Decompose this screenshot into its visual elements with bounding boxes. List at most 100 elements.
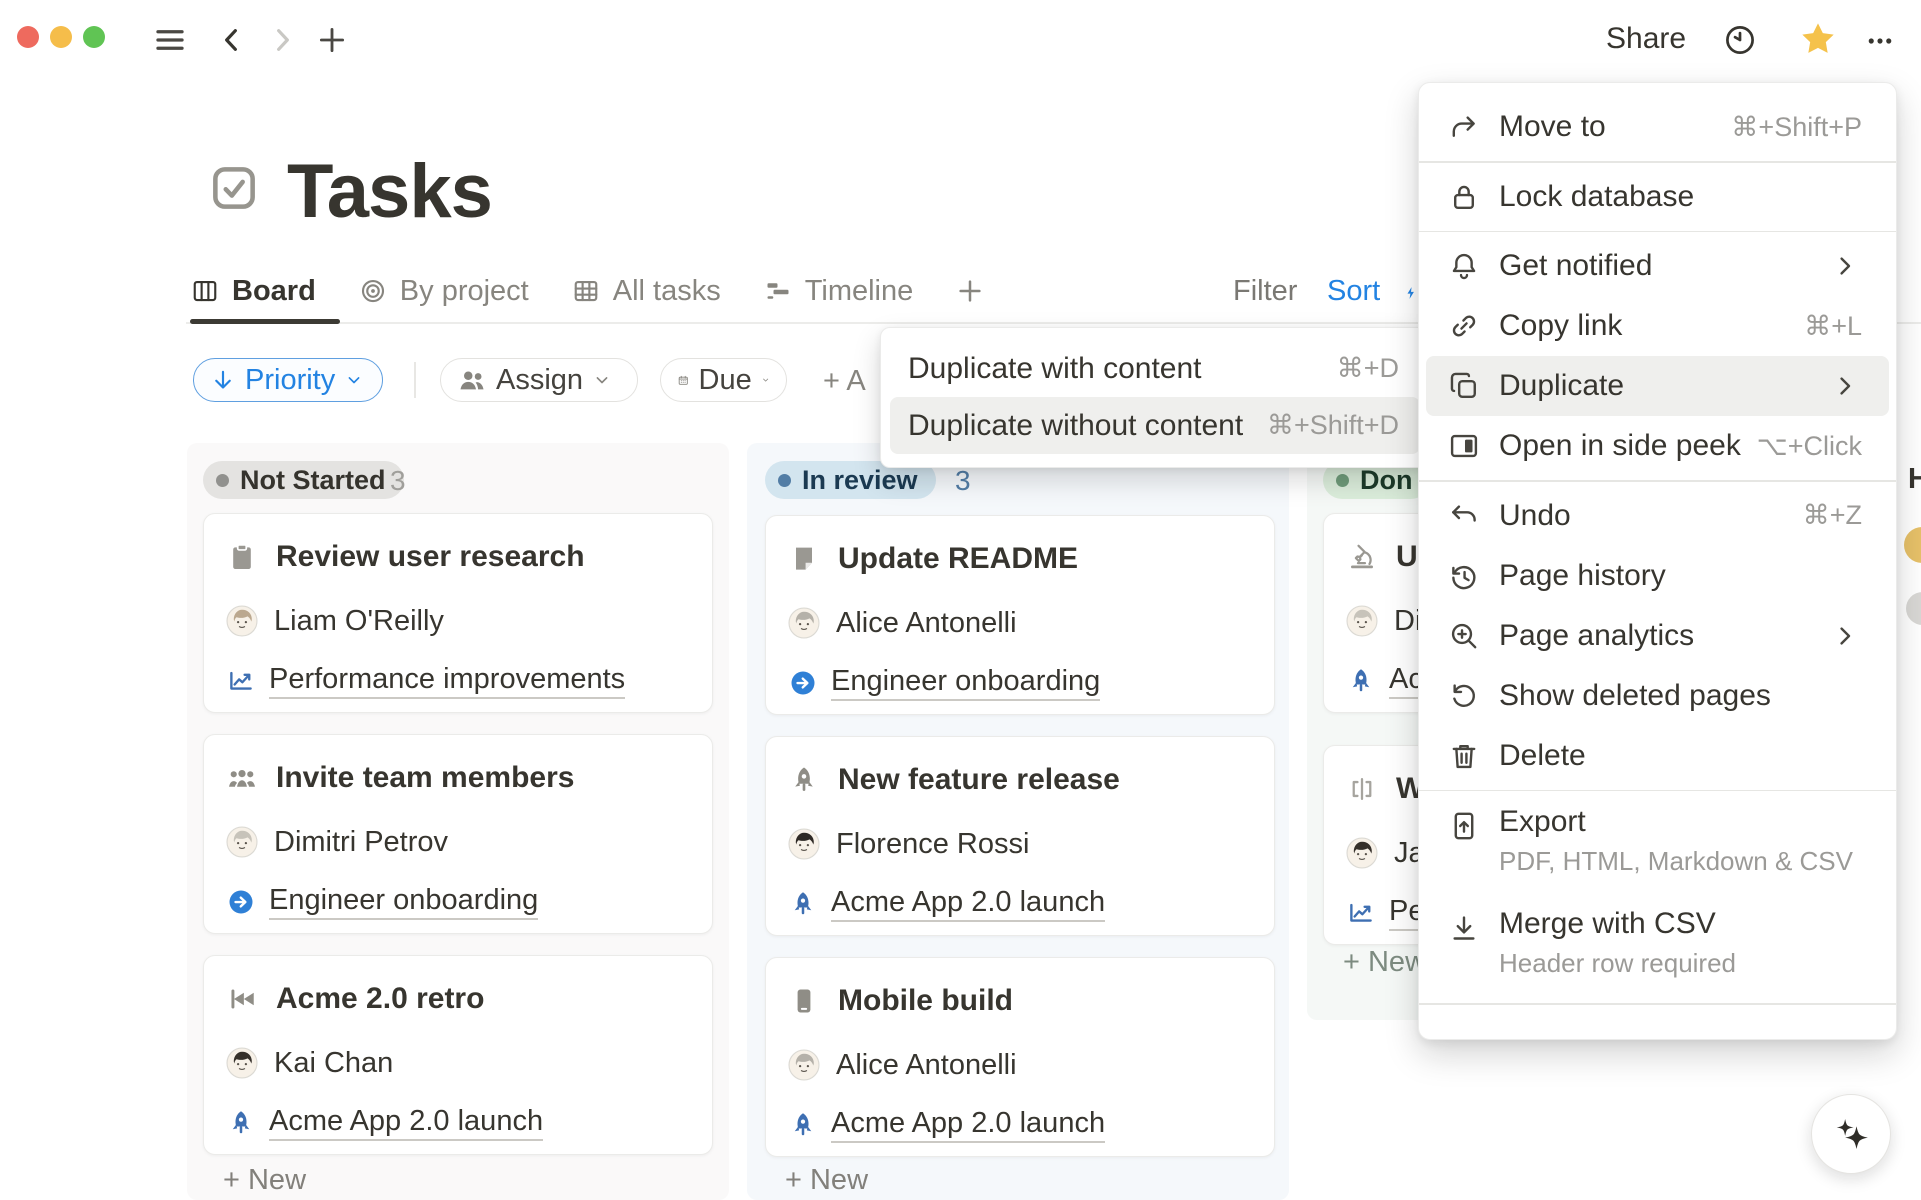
menu-group: Get notifiedCopy link⌘+L Duplicate Open in… bbox=[1419, 232, 1896, 480]
priority-sort-chip[interactable]: Priority bbox=[193, 358, 383, 402]
menu-item-label: Duplicate bbox=[1499, 369, 1624, 403]
menu-divider bbox=[1419, 1003, 1896, 1005]
due-filter-chip[interactable]: Due bbox=[660, 358, 787, 402]
tab-by-project[interactable]: By project bbox=[358, 275, 529, 308]
filter-button[interactable]: Filter bbox=[1233, 269, 1297, 313]
card-relation-row[interactable]: Engineer onboarding bbox=[788, 662, 1260, 704]
menu-item-copy-link[interactable]: Copy link⌘+L bbox=[1419, 296, 1896, 356]
card-relation-row[interactable]: Engineer onboarding bbox=[226, 881, 698, 923]
share-button[interactable]: Share bbox=[1606, 22, 1686, 56]
person-name: Florence Rossi bbox=[836, 828, 1029, 861]
menu-item-export[interactable]: ExportPDF, HTML, Markdown & CSV bbox=[1419, 795, 1896, 897]
view-tabs: Board By project All tasks Timeline bbox=[190, 269, 985, 313]
menu-item-lock-database[interactable]: Lock database bbox=[1419, 167, 1896, 227]
person-name: Alice Antonelli bbox=[836, 1049, 1017, 1082]
card-relation-row[interactable]: Acme App 2.0 launch bbox=[788, 883, 1260, 925]
window-minimize-button[interactable] bbox=[50, 26, 72, 48]
undo-icon bbox=[1447, 499, 1481, 533]
window-zoom-button[interactable] bbox=[83, 26, 105, 48]
target-icon bbox=[358, 276, 388, 306]
board-card[interactable]: Update READMEAlice AntonelliEngineer onb… bbox=[765, 515, 1275, 715]
menu-item-move-to[interactable]: Move to⌘+Shift+P bbox=[1419, 97, 1896, 157]
relation-link[interactable]: Acme App 2.0 launch bbox=[831, 886, 1105, 922]
tab-label: All tasks bbox=[613, 275, 721, 308]
card-title: Review user research bbox=[276, 540, 585, 574]
card-title-row: New feature release bbox=[788, 759, 1260, 801]
menu-item-open-in-side-peek[interactable]: Open in side peek⌥+Click bbox=[1419, 416, 1896, 476]
move-to-icon bbox=[1447, 110, 1481, 144]
sparkles-icon bbox=[1829, 1112, 1873, 1156]
card-relation-row[interactable]: Acme App 2.0 launch bbox=[788, 1104, 1260, 1146]
menu-item-duplicate[interactable]: Duplicate bbox=[1426, 356, 1889, 416]
menu-item-shortcut: ⌥+Click bbox=[1757, 431, 1862, 462]
arrow-circle-icon bbox=[226, 887, 256, 917]
card-relation-row[interactable]: Performance improvements bbox=[226, 660, 698, 702]
clipped-card-icon-stub bbox=[1904, 527, 1921, 563]
priority-chip-label: Priority bbox=[245, 364, 335, 397]
menu-item-delete[interactable]: Delete bbox=[1419, 726, 1896, 786]
card-person-row: Alice Antonelli bbox=[788, 602, 1260, 644]
card-relation-row[interactable]: Acme App 2.0 launch bbox=[226, 1102, 698, 1144]
rewind-icon bbox=[226, 983, 258, 1015]
menu-item-merge-with-csv[interactable]: Merge with CSVHeader row required bbox=[1419, 897, 1896, 999]
menu-item-label: Copy link bbox=[1499, 309, 1622, 343]
card-person-row: Alice Antonelli bbox=[788, 1044, 1260, 1086]
relation-link[interactable]: Acme App 2.0 launch bbox=[831, 1107, 1105, 1143]
submenu-item-label: Duplicate with content bbox=[908, 352, 1202, 386]
history-icon bbox=[1447, 559, 1481, 593]
board-card[interactable]: Acme 2.0 retroKai ChanAcme App 2.0 launc… bbox=[203, 955, 713, 1155]
column-header-pill[interactable]: Not Started bbox=[203, 461, 404, 499]
favorite-star-icon[interactable] bbox=[1798, 19, 1838, 59]
link-icon bbox=[1447, 309, 1481, 343]
relation-link[interactable]: Acme App 2.0 launch bbox=[269, 1105, 543, 1141]
add-card-button[interactable]: + New bbox=[785, 1164, 868, 1197]
sidebar-menu-icon[interactable] bbox=[152, 22, 188, 58]
person-name: Liam O'Reilly bbox=[274, 605, 444, 638]
add-card-label: + New bbox=[1343, 946, 1426, 979]
menu-item-get-notified[interactable]: Get notified bbox=[1419, 236, 1896, 296]
add-view-button[interactable] bbox=[955, 276, 985, 306]
new-tab-icon[interactable] bbox=[315, 22, 349, 58]
status-dot-icon bbox=[1336, 474, 1349, 487]
add-card-button[interactable]: + New bbox=[1343, 946, 1426, 979]
assign-chip-label: Assign bbox=[496, 364, 583, 397]
analytics-icon bbox=[1447, 619, 1481, 653]
relation-link[interactable]: Engineer onboarding bbox=[269, 884, 538, 920]
relation-link[interactable]: Performance improvements bbox=[269, 663, 625, 699]
menu-item-undo[interactable]: Undo⌘+Z bbox=[1419, 486, 1896, 546]
updates-clock-icon[interactable] bbox=[1722, 22, 1758, 58]
board-card[interactable]: Review user research Liam O'Reilly Perform… bbox=[203, 513, 713, 713]
ai-assistant-button[interactable] bbox=[1811, 1094, 1891, 1174]
clipped-column-header-fragment: H bbox=[1908, 463, 1921, 496]
tab-board[interactable]: Board bbox=[190, 275, 316, 308]
page-title: Tasks bbox=[287, 148, 492, 235]
menu-item-page-history[interactable]: Page history bbox=[1419, 546, 1896, 606]
nav-forward-icon[interactable] bbox=[266, 22, 298, 58]
board-card[interactable]: New feature release Florence Rossi Acme Ap… bbox=[765, 736, 1275, 936]
column-name: In review bbox=[802, 465, 918, 496]
menu-group: Lock database bbox=[1419, 163, 1896, 231]
submenu-item-duplicate-without-content[interactable]: Duplicate without content⌘+Shift+D bbox=[890, 397, 1420, 454]
page-checkbox-icon[interactable] bbox=[208, 162, 260, 214]
board-card[interactable]: Invite team membersDimitri PetrovEnginee… bbox=[203, 734, 713, 934]
tab-timeline[interactable]: Timeline bbox=[763, 275, 914, 308]
board-card[interactable]: Mobile build Alice Antonelli Acme App 2.0 … bbox=[765, 957, 1275, 1157]
submenu-item-duplicate-with-content[interactable]: Duplicate with content⌘+D bbox=[881, 340, 1429, 397]
tab-all-tasks[interactable]: All tasks bbox=[571, 275, 721, 308]
nav-back-icon[interactable] bbox=[216, 22, 248, 58]
window-close-button[interactable] bbox=[17, 26, 39, 48]
relation-link[interactable]: Engineer onboarding bbox=[831, 665, 1100, 701]
menu-item-label: Lock database bbox=[1499, 180, 1694, 214]
add-filter-fragment[interactable]: + A bbox=[823, 365, 880, 399]
add-card-button[interactable]: + New bbox=[223, 1164, 306, 1197]
menu-item-page-analytics[interactable]: Page analytics bbox=[1419, 606, 1896, 666]
automation-lightning-icon[interactable] bbox=[1404, 280, 1418, 306]
menu-item-label: Move to bbox=[1499, 110, 1606, 144]
card-title: Mobile build bbox=[838, 984, 1013, 1018]
more-options-icon[interactable] bbox=[1861, 27, 1899, 55]
menu-item-show-deleted-pages[interactable]: Show deleted pages bbox=[1419, 666, 1896, 726]
sort-button[interactable]: Sort bbox=[1327, 269, 1380, 313]
people-group-icon bbox=[226, 762, 258, 794]
menu-item-label: Undo bbox=[1499, 499, 1571, 533]
assign-filter-chip[interactable]: Assign bbox=[440, 358, 638, 402]
